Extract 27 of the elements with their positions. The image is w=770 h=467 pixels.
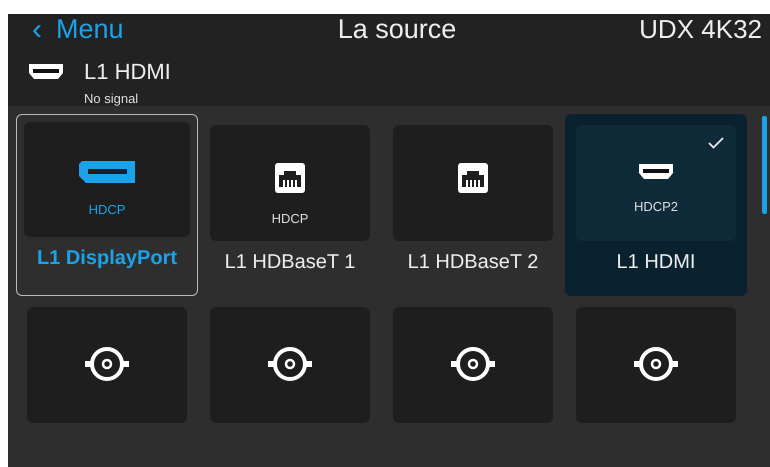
source-item[interactable]: HDCP L1 HDBaseT 1 — [199, 114, 381, 296]
check-icon — [708, 137, 724, 149]
displayport-icon — [78, 160, 136, 184]
hdmi-port-icon — [638, 163, 674, 181]
source-item[interactable]: HDCP2 L1 HDMI — [565, 114, 747, 296]
source-item[interactable]: L1 HDBaseT 2 — [382, 114, 564, 296]
menu-back-button[interactable]: ‹ Menu — [32, 14, 124, 45]
bnc-connector-icon — [451, 345, 495, 383]
ethernet-port-icon — [458, 163, 488, 193]
ethernet-port-icon — [275, 163, 305, 193]
source-item[interactable]: HDCP L1 DisplayPort — [16, 114, 198, 296]
bnc-connector-icon — [85, 345, 129, 383]
source-name: L1 HDMI — [616, 251, 696, 274]
bnc-connector-icon — [268, 345, 312, 383]
bnc-connector-icon — [634, 345, 678, 383]
source-name: L1 HDBaseT 1 — [224, 251, 356, 274]
hdmi-port-icon — [28, 63, 64, 81]
hdcp-label: HDCP2 — [634, 199, 678, 214]
source-name: L1 DisplayPort — [36, 247, 178, 270]
device-name: UDX 4K32 — [639, 14, 762, 45]
signal-status: No signal — [84, 91, 140, 106]
screen-title: La source — [338, 14, 456, 45]
hdcp-label: HDCP — [88, 202, 126, 217]
scrollbar[interactable] — [762, 116, 767, 214]
source-name: L1 HDBaseT 2 — [408, 251, 538, 274]
hdcp-label: HDCP — [272, 211, 308, 226]
current-source-name: L1 HDMI — [84, 59, 172, 85]
